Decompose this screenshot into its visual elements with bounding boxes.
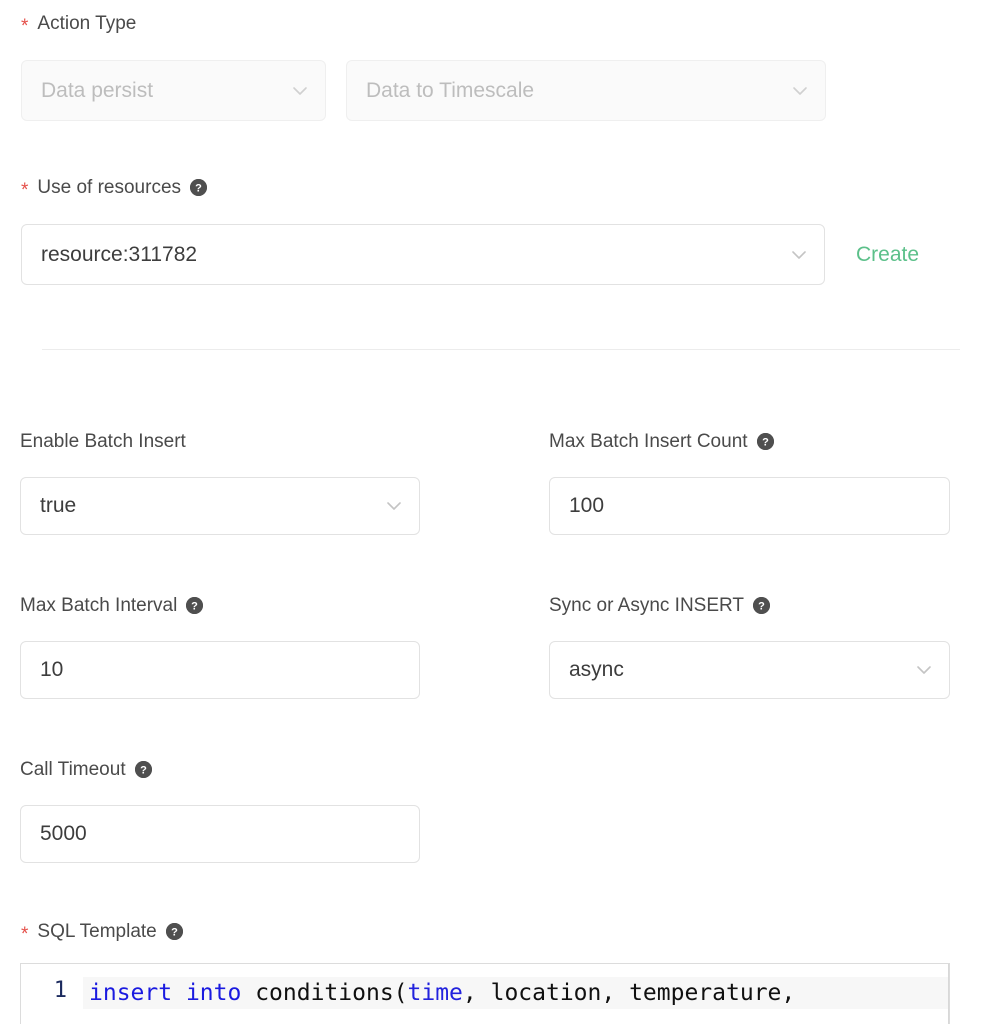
svg-text:?: ? bbox=[171, 927, 178, 939]
question-circle-icon[interactable]: ? bbox=[166, 923, 183, 940]
section-divider bbox=[42, 349, 960, 350]
chevron-down-icon bbox=[383, 495, 405, 517]
dropdown-enable-batch-insert[interactable]: true bbox=[20, 477, 420, 535]
label-text: Use of resources bbox=[37, 178, 181, 197]
question-circle-icon[interactable]: ? bbox=[186, 597, 203, 614]
chevron-down-icon bbox=[789, 80, 811, 102]
question-circle-icon[interactable]: ? bbox=[753, 597, 770, 614]
svg-text:?: ? bbox=[195, 183, 202, 195]
editor-right-rule bbox=[948, 964, 949, 1024]
label-text: Call Timeout bbox=[20, 760, 126, 779]
code-token-plain bbox=[172, 982, 186, 1005]
label-call-timeout: Call Timeout ? bbox=[20, 760, 152, 779]
chevron-down-icon bbox=[788, 244, 810, 266]
label-text: SQL Template bbox=[37, 922, 156, 941]
input-call-timeout[interactable]: 5000 bbox=[20, 805, 420, 863]
dropdown-sync-or-async-insert[interactable]: async bbox=[549, 641, 950, 699]
svg-text:?: ? bbox=[191, 601, 198, 613]
dropdown-sync-or-async-insert-value: async bbox=[569, 658, 905, 682]
required-asterisk: * bbox=[21, 925, 28, 944]
required-asterisk: * bbox=[21, 17, 28, 36]
question-circle-icon[interactable]: ? bbox=[190, 179, 207, 196]
sql-template-code-editor[interactable]: 1 insert into conditions(time, location,… bbox=[20, 963, 950, 1024]
dropdown-enable-batch-insert-value: true bbox=[40, 494, 375, 518]
label-use-of-resources: * Use of resources ? bbox=[21, 178, 207, 197]
dropdown-action-subtype[interactable]: Data to Timescale bbox=[346, 60, 826, 121]
code-token-keyword: insert bbox=[89, 982, 172, 1005]
code-token-keyword: into bbox=[186, 982, 241, 1005]
dropdown-action-type[interactable]: Data persist bbox=[21, 60, 326, 121]
label-sql-template: * SQL Template ? bbox=[21, 922, 183, 941]
input-max-batch-interval-value: 10 bbox=[40, 658, 405, 682]
create-resource-link[interactable]: Create bbox=[856, 243, 919, 267]
svg-text:?: ? bbox=[140, 765, 147, 777]
label-enable-batch-insert: Enable Batch Insert bbox=[20, 432, 186, 451]
code-token-function: time bbox=[408, 982, 463, 1005]
dropdown-action-type-value: Data persist bbox=[41, 79, 281, 103]
svg-text:?: ? bbox=[762, 437, 769, 449]
dropdown-resource-value: resource:311782 bbox=[41, 243, 780, 267]
label-text: Max Batch Insert Count bbox=[549, 432, 748, 451]
question-circle-icon[interactable]: ? bbox=[757, 433, 774, 450]
input-max-batch-interval[interactable]: 10 bbox=[20, 641, 420, 699]
label-text: Sync or Async INSERT bbox=[549, 596, 744, 615]
dropdown-resource[interactable]: resource:311782 bbox=[21, 224, 825, 285]
label-text: Action Type bbox=[37, 14, 136, 33]
chevron-down-icon bbox=[289, 80, 311, 102]
editor-line-number: 1 bbox=[21, 964, 83, 1024]
label-text: Enable Batch Insert bbox=[20, 432, 186, 451]
label-max-batch-insert-count: Max Batch Insert Count ? bbox=[549, 432, 774, 451]
code-line[interactable]: insert into conditions(time, location, t… bbox=[83, 977, 949, 1009]
question-circle-icon[interactable]: ? bbox=[135, 761, 152, 778]
required-asterisk: * bbox=[21, 181, 28, 200]
chevron-down-icon bbox=[913, 659, 935, 681]
label-action-type: * Action Type bbox=[21, 14, 136, 33]
svg-text:?: ? bbox=[758, 601, 765, 613]
action-config-form: * Action Type Data persist Data to Times… bbox=[0, 0, 990, 1024]
input-max-batch-insert-count-value: 100 bbox=[569, 494, 935, 518]
label-text: Max Batch Interval bbox=[20, 596, 177, 615]
label-sync-or-async-insert: Sync or Async INSERT ? bbox=[549, 596, 770, 615]
label-max-batch-interval: Max Batch Interval ? bbox=[20, 596, 203, 615]
editor-code-area[interactable]: insert into conditions(time, location, t… bbox=[83, 964, 949, 1024]
code-token-plain: , location, temperature, bbox=[463, 982, 795, 1005]
code-token-plain: conditions( bbox=[241, 982, 407, 1005]
input-call-timeout-value: 5000 bbox=[40, 822, 405, 846]
input-max-batch-insert-count[interactable]: 100 bbox=[549, 477, 950, 535]
dropdown-action-subtype-value: Data to Timescale bbox=[366, 79, 781, 103]
